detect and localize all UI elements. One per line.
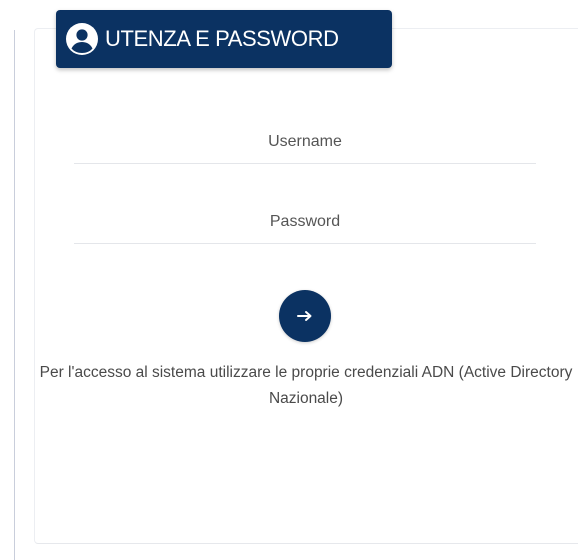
arrow-right-icon xyxy=(297,310,313,322)
password-input[interactable] xyxy=(74,200,536,243)
login-header-title: UTENZA E PASSWORD xyxy=(105,26,339,51)
account-circle-icon xyxy=(65,22,99,56)
username-field-wrapper xyxy=(74,120,536,164)
login-card xyxy=(34,28,578,544)
login-header: UTENZA E PASSWORD xyxy=(56,10,392,68)
left-border-line xyxy=(14,30,15,560)
password-field-wrapper xyxy=(74,200,536,244)
login-submit-button[interactable] xyxy=(279,290,331,342)
login-info-text: Per l'accesso al sistema utilizzare le p… xyxy=(39,364,573,407)
username-input[interactable] xyxy=(74,120,536,163)
